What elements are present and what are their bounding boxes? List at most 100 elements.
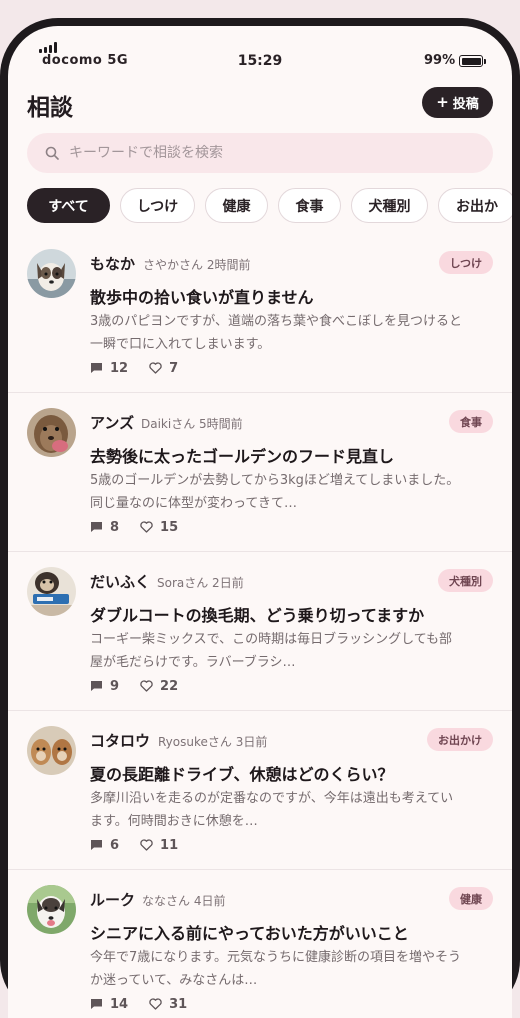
dog-name[interactable]: もなか xyxy=(90,253,135,274)
post-stats: 8 15 xyxy=(90,519,199,535)
post-excerpt: 3歳のパピヨンですが、道端の落ち葉や食べこぼしを見つけると 一瞬で口に入れてしま… xyxy=(90,310,496,356)
post-title[interactable]: 散歩中の拾い食いが直りません xyxy=(90,284,314,308)
signal-icon xyxy=(39,41,59,53)
post-stats: 14 31 xyxy=(90,996,208,1012)
category-tag[interactable]: 食事 xyxy=(449,410,493,433)
dog-name[interactable]: ルーク xyxy=(90,889,135,910)
post-meta: Daikiさん 5時間前 xyxy=(141,417,243,431)
dog-name[interactable]: だいふく xyxy=(90,571,150,592)
post-stats: 6 11 xyxy=(90,837,199,853)
like-count-value: 31 xyxy=(169,996,188,1012)
like-count[interactable]: 15 xyxy=(140,520,178,535)
comment-count[interactable]: 8 xyxy=(90,520,119,535)
dog-avatar xyxy=(27,408,76,457)
category-tag[interactable]: しつけ xyxy=(438,251,493,274)
comment-count-value: 12 xyxy=(110,360,129,376)
search-icon xyxy=(45,146,59,160)
like-count-value: 11 xyxy=(160,837,179,853)
comment-count-value: 14 xyxy=(110,996,129,1012)
post-excerpt: 5歳のゴールデンが去勢してから3kgほど増えてしまいました。 同じ量なのに体型が… xyxy=(90,469,496,515)
excerpt-line: 同じ量なのに体型が変わってきて… xyxy=(90,496,297,511)
post-title[interactable]: 夏の長距離ドライブ、休憩はどのくらい？ xyxy=(90,761,394,785)
dog-name[interactable]: コタロウ xyxy=(90,730,150,751)
post-title[interactable]: 去勢後に太ったゴールデンのフード見直し xyxy=(90,443,394,467)
chip-food[interactable]: 食事 xyxy=(278,188,341,223)
search-bar[interactable] xyxy=(27,133,493,173)
post-meta: ななさん 4日前 xyxy=(142,894,226,908)
category-tag[interactable]: 犬種別 xyxy=(438,569,493,592)
dog-avatar xyxy=(27,249,76,298)
new-post-button[interactable]: + 投稿 xyxy=(422,87,493,118)
comment-count[interactable]: 14 xyxy=(90,997,128,1012)
post-stats: 9 22 xyxy=(90,678,199,694)
search-input[interactable] xyxy=(69,133,469,173)
app-screen: docomo 5G 15:29 99% 相談 + 投稿 すべて しつけ 健康 食… xyxy=(8,26,512,1018)
like-count[interactable]: 22 xyxy=(140,679,178,694)
post-title[interactable]: シニアに入る前にやっておいた方がいいこと xyxy=(90,920,409,944)
dog-avatar xyxy=(27,726,76,775)
post-meta: Soraさん 2日前 xyxy=(157,576,244,590)
status-bar: docomo 5G 15:29 99% xyxy=(8,26,512,86)
post-feed: もなか さやかさん 2時間前 しつけ 散歩中の拾い食いが直りません 3歳のパピヨ… xyxy=(8,234,512,1018)
comment-count-value: 6 xyxy=(110,837,120,853)
heart-icon xyxy=(140,680,153,692)
excerpt-line: コーギー柴ミックスで、この時期は毎日ブラッシングしても部 xyxy=(90,632,453,647)
comment-count-value: 9 xyxy=(110,678,120,694)
post-excerpt: 多摩川沿いを走るのが定番なのですが、今年は遠出も考えてい ます。何時間おきに休憩… xyxy=(90,787,496,833)
post-stats: 12 7 xyxy=(90,360,199,376)
like-count-value: 15 xyxy=(160,519,179,535)
chip-health[interactable]: 健康 xyxy=(205,188,268,223)
heart-icon xyxy=(149,998,162,1010)
dog-avatar xyxy=(27,885,76,934)
page-title: 相談 xyxy=(27,95,73,121)
category-tag[interactable]: 健康 xyxy=(449,887,493,910)
excerpt-line: 3歳のパピヨンですが、道端の落ち葉や食べこぼしを見つけると xyxy=(90,314,463,329)
category-tag[interactable]: お出かけ xyxy=(427,728,493,751)
comment-count[interactable]: 6 xyxy=(90,838,119,853)
comment-icon xyxy=(91,363,102,373)
chip-breed[interactable]: 犬種別 xyxy=(351,188,428,223)
like-count[interactable]: 31 xyxy=(149,997,187,1012)
post-card[interactable]: ルーク ななさん 4日前 健康 シニアに入る前にやっておいた方がいいこと 今年で… xyxy=(8,870,512,1018)
excerpt-line: か迷っていて、みなさんは… xyxy=(90,973,258,988)
post-title[interactable]: ダブルコートの換毛期、どう乗り切ってますか xyxy=(90,602,424,626)
comment-icon xyxy=(91,840,102,850)
battery-icon xyxy=(459,55,483,67)
battery-tip xyxy=(484,59,486,64)
comment-count[interactable]: 9 xyxy=(90,679,119,694)
comment-icon xyxy=(91,999,102,1009)
comment-icon xyxy=(91,522,102,532)
post-card[interactable]: アンズ Daikiさん 5時間前 食事 去勢後に太ったゴールデンのフード見直し … xyxy=(8,393,512,552)
post-meta: さやかさん 2時間前 xyxy=(143,258,251,272)
like-count-value: 7 xyxy=(169,360,179,376)
phone-frame: docomo 5G 15:29 99% 相談 + 投稿 すべて しつけ 健康 食… xyxy=(0,18,520,1018)
like-count-value: 22 xyxy=(160,678,179,694)
excerpt-line: ます。何時間おきに休憩を… xyxy=(90,814,258,829)
post-meta: Ryosukeさん 3日前 xyxy=(158,735,268,749)
heart-icon xyxy=(140,839,153,851)
comment-icon xyxy=(91,681,102,691)
dog-avatar xyxy=(27,567,76,616)
post-card[interactable]: だいふく Soraさん 2日前 犬種別 ダブルコートの換毛期、どう乗り切ってます… xyxy=(8,552,512,711)
like-count[interactable]: 7 xyxy=(149,361,178,376)
excerpt-line: 多摩川沿いを走るのが定番なのですが、今年は遠出も考えてい xyxy=(90,791,454,806)
chip-outing[interactable]: お出か xyxy=(438,188,512,223)
post-excerpt: 今年で7歳になります。元気なうちに健康診断の項目を増やそう か迷っていて、みなさ… xyxy=(90,946,496,992)
category-chips: すべて しつけ 健康 食事 犬種別 お出か xyxy=(27,188,512,224)
excerpt-line: 屋が毛だらけです。ラバーブラシ… xyxy=(90,655,296,670)
heart-icon xyxy=(149,362,162,374)
comment-count[interactable]: 12 xyxy=(90,361,128,376)
plus-icon: + xyxy=(436,93,449,111)
post-card[interactable]: もなか さやかさん 2時間前 しつけ 散歩中の拾い食いが直りません 3歳のパピヨ… xyxy=(8,234,512,393)
chip-all[interactable]: すべて xyxy=(27,188,110,223)
excerpt-line: 5歳のゴールデンが去勢してから3kgほど増えてしまいました。 xyxy=(90,473,460,488)
post-card[interactable]: コタロウ Ryosukeさん 3日前 お出かけ 夏の長距離ドライブ、休憩はどのく… xyxy=(8,711,512,870)
dog-name[interactable]: アンズ xyxy=(90,412,134,433)
new-post-label: 投稿 xyxy=(452,97,479,112)
like-count[interactable]: 11 xyxy=(140,838,178,853)
excerpt-line: 一瞬で口に入れてしまいます。 xyxy=(90,337,271,352)
post-excerpt: コーギー柴ミックスで、この時期は毎日ブラッシングしても部 屋が毛だらけです。ラバ… xyxy=(90,628,496,674)
chip-discipline[interactable]: しつけ xyxy=(120,188,195,223)
comment-count-value: 8 xyxy=(110,519,120,535)
battery-percent: 99% xyxy=(424,53,456,68)
